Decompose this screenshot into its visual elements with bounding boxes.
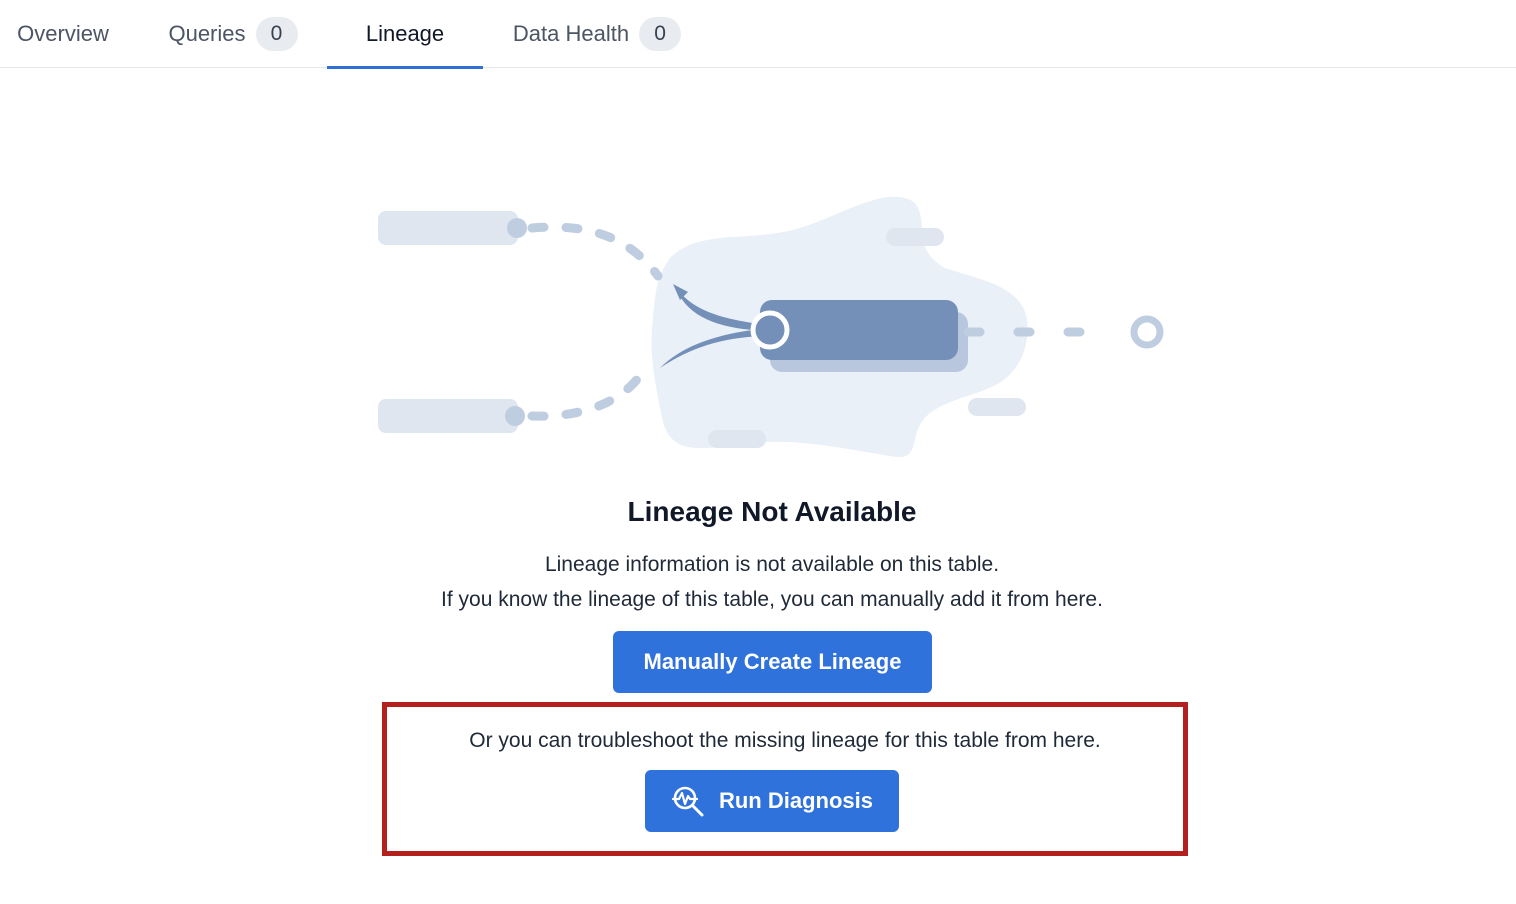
run-diagnosis-button[interactable]: Run Diagnosis — [645, 770, 899, 832]
troubleshoot-highlight-box: Or you can troubleshoot the missing line… — [382, 702, 1188, 856]
tab-overview-label: Overview — [17, 21, 109, 46]
run-diagnosis-label: Run Diagnosis — [718, 788, 873, 813]
troubleshoot-text: Or you can troubleshoot the missing line… — [469, 729, 1101, 752]
source-node-bottom — [378, 399, 518, 433]
source-node-top-dot — [507, 218, 527, 238]
tab-data-health-label: Data Health — [512, 21, 630, 46]
target-node — [760, 300, 958, 360]
illustration-bar — [708, 430, 766, 448]
tab-lineage[interactable]: Lineage — [327, 0, 483, 69]
empty-state-title: Lineage Not Available — [627, 496, 917, 527]
tab-queries-label: Queries — [168, 21, 246, 46]
tab-data-health[interactable]: Data Health 0 — [497, 0, 697, 68]
connector-top — [527, 222, 663, 281]
search-pulse-icon — [671, 784, 705, 818]
manually-create-lineage-label: Manually Create Lineage — [643, 649, 902, 674]
data-health-count-badge: 0 — [639, 17, 682, 51]
source-node-bottom-dot — [505, 406, 525, 426]
output-node — [1130, 315, 1164, 349]
lineage-illustration — [378, 196, 1164, 458]
manually-create-lineage-button[interactable]: Manually Create Lineage — [613, 631, 932, 693]
illustration-bar — [968, 398, 1026, 416]
tab-bar: Overview Queries 0 Lineage Data Health 0 — [0, 0, 1516, 69]
tab-queries[interactable]: Queries 0 — [152, 0, 314, 68]
tab-lineage-label: Lineage — [365, 21, 445, 46]
empty-state-description-line2: If you know the lineage of this table, y… — [441, 588, 1103, 611]
target-node-port — [750, 310, 790, 350]
tab-overview[interactable]: Overview — [0, 0, 126, 68]
illustration-bar — [886, 228, 944, 246]
queries-count-badge: 0 — [255, 17, 298, 51]
empty-state-description-line1: Lineage information is not available on … — [544, 553, 1000, 576]
connector-bottom — [527, 363, 650, 421]
source-node-top — [378, 211, 518, 245]
